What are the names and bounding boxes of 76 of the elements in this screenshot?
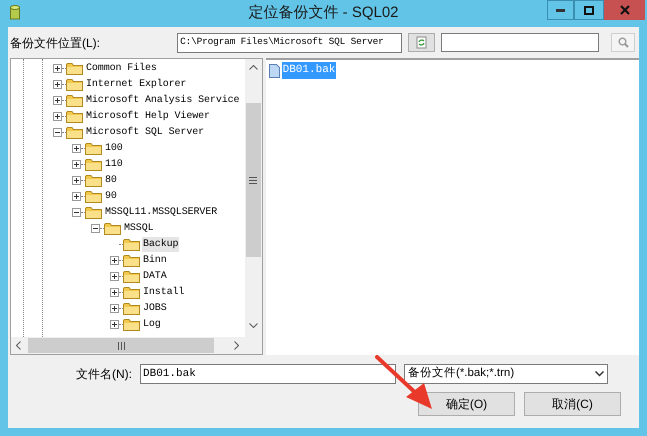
expand-icon[interactable] (110, 304, 119, 312)
scroll-thumb[interactable] (246, 103, 261, 257)
collapse-icon[interactable] (72, 208, 81, 216)
folder-icon (85, 142, 102, 154)
tree-item[interactable]: Internet Explorer (85, 76, 188, 92)
expand-icon[interactable] (110, 288, 119, 296)
expand-icon[interactable] (72, 144, 81, 152)
refresh-button[interactable] (408, 33, 435, 52)
tree-item[interactable]: Backup (142, 236, 180, 252)
folder-icon (66, 94, 83, 106)
expand-icon[interactable] (110, 272, 119, 280)
search-icon (618, 37, 629, 48)
folder-icon (123, 254, 140, 266)
folder-icon (123, 238, 140, 250)
tree-item[interactable]: DATA (142, 268, 168, 284)
refresh-icon (416, 36, 427, 49)
search-button[interactable] (611, 33, 635, 52)
tree-item[interactable]: 80 (104, 172, 118, 188)
scroll-thumb[interactable] (28, 338, 214, 353)
tree-item[interactable]: MSSQL11.MSSQLSERVER (104, 204, 218, 220)
folder-icon (66, 110, 83, 122)
tree-item[interactable]: 110 (104, 156, 124, 172)
horizontal-scrollbar[interactable] (11, 337, 262, 354)
folder-icon (85, 158, 102, 170)
window-title: 定位备份文件 - SQL02 (248, 4, 399, 22)
filename-label: 文件名(N): (75, 366, 133, 383)
path-field[interactable]: C:\Program Files\Microsoft SQL Server (177, 32, 402, 52)
location-label: 备份文件位置(L): (10, 34, 101, 52)
folder-icon (85, 206, 102, 218)
folder-icon (123, 318, 140, 330)
minimize-button[interactable] (547, 0, 574, 20)
tree-item[interactable]: Common Files (85, 60, 158, 76)
folder-icon (104, 222, 121, 234)
grip-icon (249, 176, 258, 184)
folder-icon (66, 126, 83, 138)
filetype-dropdown[interactable]: 备份文件(*.bak;*.trn) (404, 364, 608, 384)
expand-icon[interactable] (110, 320, 119, 328)
search-field[interactable] (440, 33, 600, 52)
vertical-scrollbar[interactable] (244, 59, 262, 337)
expand-icon[interactable] (53, 80, 62, 88)
caret-icon (595, 371, 604, 377)
close-icon (620, 5, 630, 15)
folder-icon (123, 302, 140, 314)
tree-item[interactable]: Microsoft Help Viewer (85, 108, 211, 124)
tree-item[interactable]: Microsoft Analysis Service (85, 92, 240, 108)
folder-icon (123, 286, 140, 298)
tree-item[interactable]: Binn (142, 252, 168, 268)
tree-item[interactable]: Microsoft SQL Server (85, 124, 206, 140)
folder-icon (66, 62, 83, 74)
collapse-icon[interactable] (53, 128, 62, 136)
folder-icon (123, 270, 140, 282)
tree-item[interactable]: Install (142, 284, 186, 300)
tree-item[interactable]: Log (142, 316, 162, 332)
cancel-button[interactable]: 取消(C) (524, 392, 621, 416)
collapse-icon[interactable] (91, 224, 100, 232)
expand-icon[interactable] (72, 176, 81, 184)
folder-icon (66, 78, 83, 90)
expand-icon[interactable] (72, 160, 81, 168)
minimize-icon (556, 8, 565, 12)
expand-icon[interactable] (53, 112, 62, 120)
expand-icon[interactable] (72, 192, 81, 200)
maximize-button[interactable] (574, 0, 604, 20)
tree-item[interactable]: JOBS (142, 300, 168, 316)
maximize-icon (584, 6, 594, 14)
expand-icon[interactable] (53, 96, 62, 104)
filename-field[interactable]: DB01.bak (140, 364, 396, 384)
grip-icon (118, 342, 124, 350)
folder-icon (85, 174, 102, 186)
database-icon (10, 5, 20, 21)
close-button[interactable] (604, 0, 645, 20)
expand-icon[interactable] (53, 64, 62, 72)
expand-icon[interactable] (110, 256, 119, 264)
folder-icon (85, 190, 102, 202)
tree-item[interactable]: 100 (104, 140, 124, 156)
tree-item[interactable]: MSSQL (123, 220, 155, 236)
tree-item[interactable]: 90 (104, 188, 118, 204)
